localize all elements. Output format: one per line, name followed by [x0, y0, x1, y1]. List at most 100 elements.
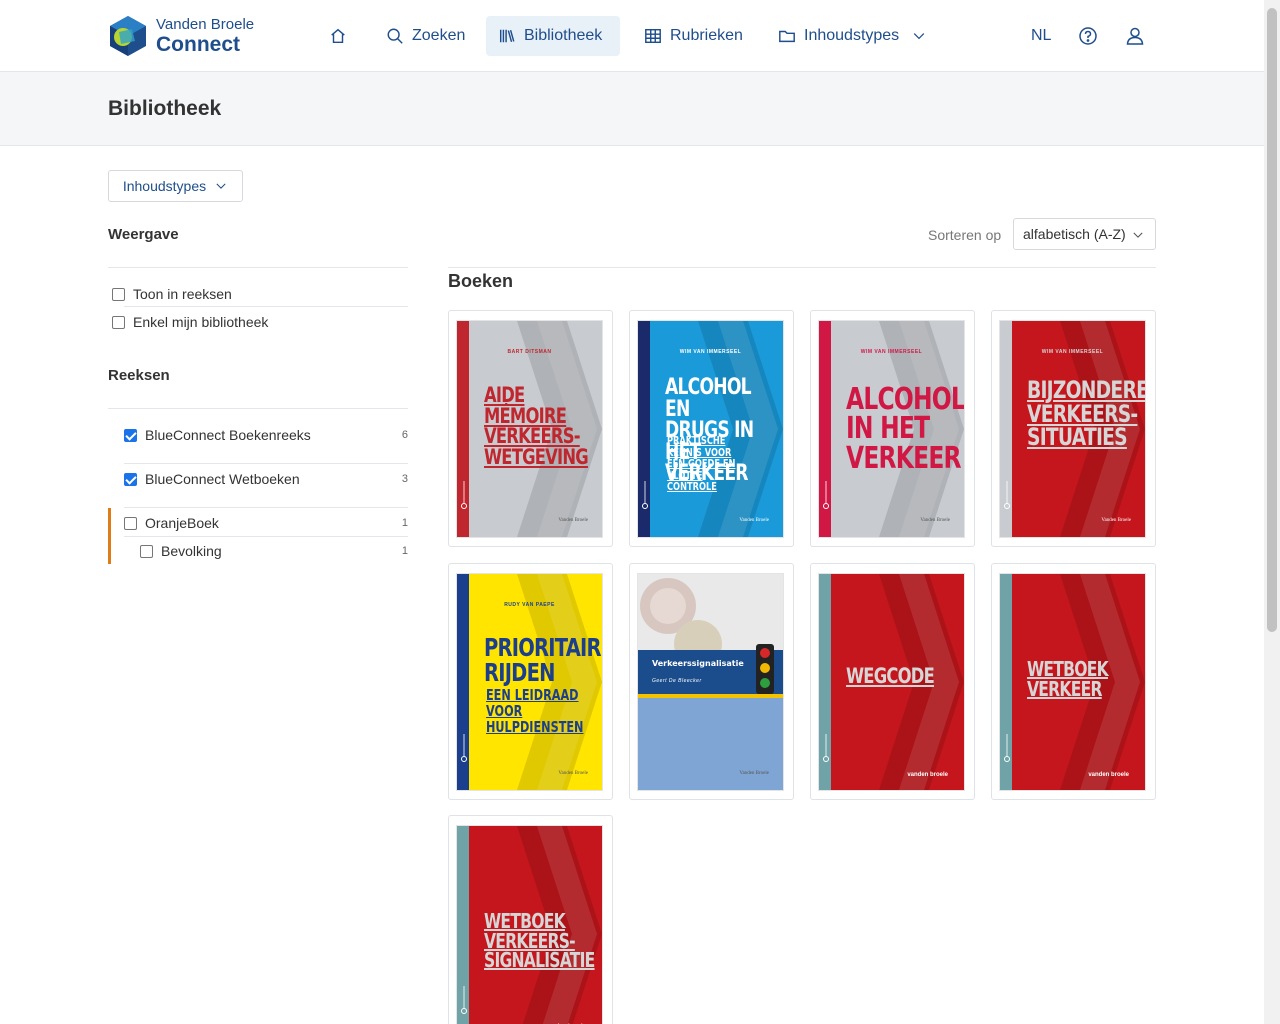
- top-navigation-bar: Vanden Broele Connect Zoeken Bibliotheek…: [0, 0, 1264, 72]
- book-title: Verkeerssignalisatie: [652, 659, 744, 668]
- page-scrollbar[interactable]: [1264, 0, 1280, 1024]
- sort-select[interactable]: alfabetisch (A-Z): [1013, 218, 1156, 250]
- book-publisher: vanden broele: [907, 771, 948, 778]
- divider: [108, 267, 408, 268]
- section-title-boeken: Boeken: [448, 271, 514, 291]
- content-type-filter-button[interactable]: Inhoudstypes: [108, 170, 243, 202]
- book-cover[interactable]: WEGCODE vanden broele: [819, 574, 964, 790]
- logo-mark-icon: [110, 16, 146, 56]
- nav-rubrieken-label: Rubrieken: [670, 27, 743, 44]
- toon-in-reeksen-label: Toon in reeksen: [133, 286, 232, 302]
- content-type-filter-label: Inhoudstypes: [122, 178, 207, 194]
- book-cover[interactable]: ALCOHOL EN DRUGS IN HET VERKEER PRAKTISCH…: [638, 321, 783, 537]
- page-title-band: Bibliotheek: [0, 72, 1264, 146]
- book-card[interactable]: ALCOHOL EN DRUGS IN HET VERKEER PRAKTISCH…: [629, 310, 794, 547]
- user-icon: [1126, 27, 1144, 45]
- enkel-mijn-bibliotheek-label: Enkel mijn bibliotheek: [133, 314, 269, 330]
- toon-in-reeksen-checkbox[interactable]: [112, 287, 125, 301]
- book-card[interactable]: BIJZONDERE VERKEERS- SITUATIES WIM VAN IM…: [991, 310, 1156, 547]
- reeks-item-bevolking[interactable]: Bevolking 1: [140, 543, 408, 559]
- book-card[interactable]: Verkeerssignalisatie Geert De Bleecker Van…: [629, 563, 794, 800]
- book-cover[interactable]: PRIORITAIR RIJDEN EEN LEIDRAAD VOOR HULPD…: [457, 574, 602, 790]
- reeks-label: BlueConnect Wetboeken: [145, 471, 300, 487]
- reeks-count: 1: [401, 545, 408, 557]
- book-card[interactable]: ALCOHOL IN HET VERKEER WIM VAN IMMERSEEL V…: [810, 310, 975, 547]
- help-button[interactable]: [1078, 16, 1098, 56]
- user-menu-button[interactable]: [1125, 16, 1145, 56]
- book-card[interactable]: WETBOEK VERKEER vanden broele: [991, 563, 1156, 800]
- divider: [124, 306, 408, 307]
- nav-zoeken-label: Zoeken: [412, 27, 466, 44]
- home-icon: [331, 28, 345, 44]
- book-author: WIM VAN IMMERSEEL: [1041, 349, 1104, 355]
- book-author: Geert De Bleecker: [652, 678, 702, 684]
- language-label: NL: [1031, 27, 1052, 44]
- book-publisher: vanden broele: [1088, 771, 1129, 778]
- book-card[interactable]: WETBOEK VERKEERS- SIGNALISATIEvanden bro…: [448, 815, 613, 1024]
- book-publisher: Vanden Broele: [558, 771, 588, 776]
- reeks-label: BlueConnect Boekenreeks: [145, 427, 311, 443]
- book-cover[interactable]: Verkeerssignalisatie Geert De Bleecker Van…: [638, 574, 783, 790]
- weergave-heading: Weergave: [108, 226, 179, 243]
- reeks-item-blueconnect-boekenreeks[interactable]: BlueConnect Boekenreeks 6: [124, 427, 408, 443]
- divider: [108, 408, 408, 409]
- book-card[interactable]: PRIORITAIR RIJDEN EEN LEIDRAAD VOOR HULPD…: [448, 563, 613, 800]
- nav-bibliotheek-label: Bibliotheek: [524, 27, 603, 44]
- reeks-item-blueconnect-wetboeken[interactable]: BlueConnect Wetboeken 3: [124, 471, 408, 487]
- book-title: ALCOHOL IN HET VERKEER: [846, 382, 964, 476]
- nav-inhoudstypes-label: Inhoudstypes: [804, 27, 900, 44]
- book-title: AIDE MÉMOIRE VERKEERS- WETGEVING: [484, 383, 589, 469]
- divider: [124, 463, 408, 464]
- book-cover[interactable]: ALCOHOL IN HET VERKEER WIM VAN IMMERSEEL V…: [819, 321, 964, 537]
- reeks-checkbox[interactable]: [124, 428, 137, 442]
- book-title: PRIORITAIR RIJDEN: [484, 633, 602, 687]
- sort-label: Sorteren op: [928, 227, 1002, 243]
- divider: [124, 507, 408, 508]
- book-card[interactable]: WEGCODE vanden broele: [810, 563, 975, 800]
- reeks-checkbox[interactable]: [124, 516, 137, 530]
- nav-home[interactable]: [314, 16, 362, 56]
- book-card[interactable]: AIDE MÉMOIRE VERKEERS- WETGEVING BART DIT…: [448, 310, 613, 547]
- reeksen-heading: Reeksen: [108, 367, 170, 384]
- book-publisher: Vanden Broele: [558, 518, 588, 523]
- folder-icon: [779, 30, 795, 43]
- brand-logo[interactable]: Vanden Broele Connect: [108, 15, 254, 57]
- book-title: WETBOEK VERKEER: [1027, 657, 1109, 701]
- chevron-down-icon: [913, 33, 925, 40]
- book-title: WEGCODE: [846, 664, 935, 688]
- reeks-count: 6: [401, 429, 408, 441]
- book-subtitle: EEN LEIDRAAD VOOR HULPDIENSTEN: [486, 686, 584, 736]
- reeks-label: Bevolking: [161, 543, 222, 559]
- book-cover[interactable]: AIDE MÉMOIRE VERKEERS- WETGEVING BART DIT…: [457, 321, 602, 537]
- active-group-indicator: [108, 508, 111, 564]
- nav-inhoudstypes[interactable]: Inhoudstypes: [766, 16, 939, 56]
- divider: [124, 536, 408, 537]
- book-publisher: Vanden Broele: [739, 771, 769, 776]
- reeks-count: 1: [401, 517, 408, 529]
- nav-bibliotheek[interactable]: Bibliotheek: [486, 16, 620, 56]
- grid-icon: [645, 28, 661, 44]
- reeks-checkbox[interactable]: [140, 544, 153, 558]
- book-cover[interactable]: WETBOEK VERKEER vanden broele: [1000, 574, 1145, 790]
- nav-zoeken[interactable]: Zoeken: [374, 16, 477, 56]
- book-subtitle: PRAKTISCHE KENNIS VOOR EEN GOEDE EN VLOT…: [667, 434, 736, 494]
- book-title: BIJZONDERE VERKEERS- SITUATIES: [1027, 376, 1145, 452]
- language-switcher[interactable]: NL: [1031, 16, 1051, 56]
- reeks-checkbox[interactable]: [124, 472, 137, 486]
- enkel-mijn-bibliotheek-option[interactable]: Enkel mijn bibliotheek: [112, 314, 268, 330]
- book-cover[interactable]: WETBOEK VERKEERS- SIGNALISATIEvanden bro…: [457, 826, 602, 1024]
- reeks-label: OranjeBoek: [145, 515, 219, 531]
- chevron-down-icon: [1133, 232, 1143, 238]
- book-cover[interactable]: BIJZONDERE VERKEERS- SITUATIES WIM VAN IM…: [1000, 321, 1145, 537]
- book-author: WIM VAN IMMERSEEL: [679, 349, 742, 355]
- brand-name-line1: Vanden Broele: [156, 16, 255, 33]
- enkel-mijn-bibliotheek-checkbox[interactable]: [112, 315, 125, 329]
- reeks-count: 3: [401, 473, 408, 485]
- brand-name-line2: Connect: [156, 33, 240, 56]
- scrollbar-thumb[interactable]: [1267, 8, 1277, 632]
- toon-in-reeksen-option[interactable]: Toon in reeksen: [112, 286, 232, 302]
- book-author: RUDY VAN PAEPE: [504, 602, 555, 608]
- chevron-down-icon: [216, 183, 226, 189]
- nav-rubrieken[interactable]: Rubrieken: [632, 16, 755, 56]
- reeks-item-oranjeboek[interactable]: OranjeBoek 1: [124, 515, 408, 531]
